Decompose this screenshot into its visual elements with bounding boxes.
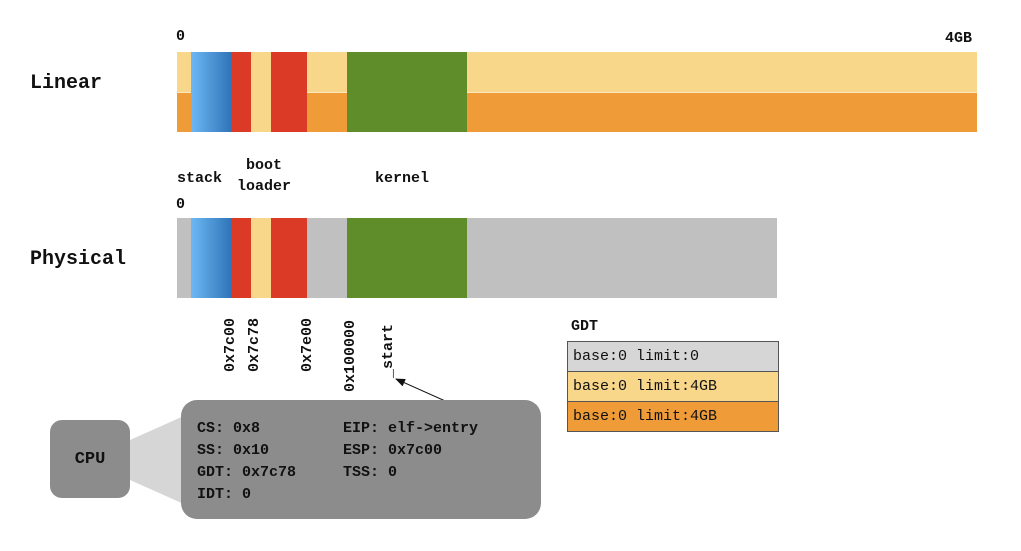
registers-left: CS: 0x8 SS: 0x10 GDT: 0x7c78 IDT: 0 — [197, 418, 296, 506]
cpu-connector — [130, 415, 186, 505]
register-eip: EIP: elf->entry — [343, 420, 479, 437]
cpu-label: CPU — [74, 449, 106, 469]
gdt-entry-data: base:0 limit:4GB — [568, 402, 778, 432]
registers-right: EIP: elf->entry ESP: 0x7c00 TSS: 0 — [343, 418, 478, 484]
gdt-entry-null: base:0 limit:0 — [568, 342, 778, 372]
register-esp: ESP: 0x7c00 — [343, 442, 443, 459]
register-ss: SS: 0x10 — [197, 442, 270, 459]
cpu-register-panel: CS: 0x8 SS: 0x10 GDT: 0x7c78 IDT: 0 EIP:… — [181, 400, 541, 519]
register-cs: CS: 0x8 — [197, 420, 261, 437]
register-gdt: GDT: 0x7c78 — [197, 464, 297, 481]
gdt-table: base:0 limit:0 base:0 limit:4GB base:0 l… — [567, 341, 779, 432]
gdt-title: GDT — [571, 318, 599, 335]
register-tss: TSS: 0 — [343, 464, 398, 481]
register-idt: IDT: 0 — [197, 486, 252, 503]
cpu-box: CPU — [50, 420, 130, 498]
gdt-entry-code: base:0 limit:4GB — [568, 372, 778, 402]
